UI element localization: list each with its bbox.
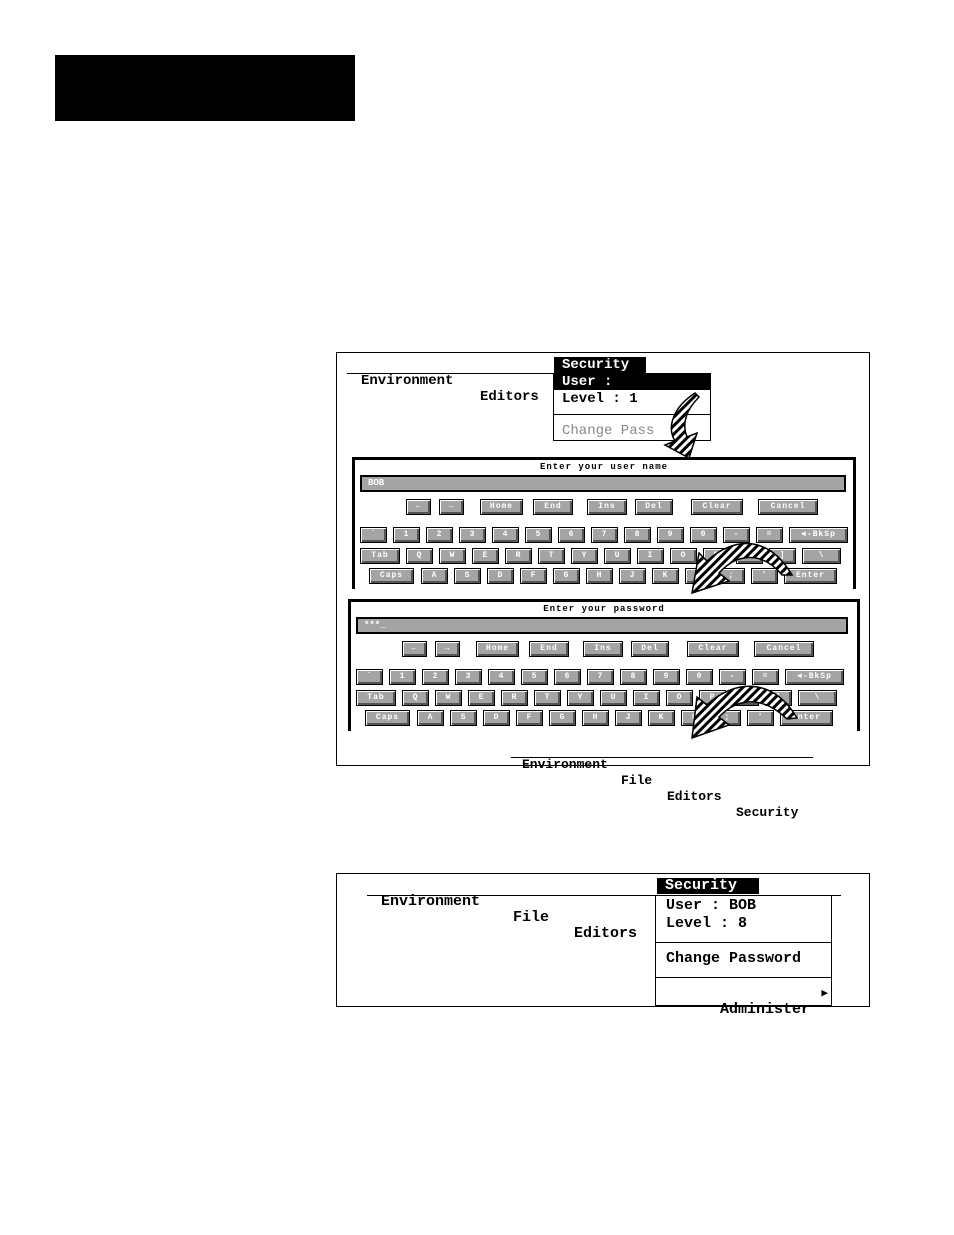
administer-label: Administer bbox=[720, 1001, 811, 1018]
figure-login-sequence: Environment Editors Security User : Leve… bbox=[336, 352, 870, 820]
figure-logged-in-menu: Environment File Editors Security User :… bbox=[336, 873, 870, 1018]
menu-editors[interactable]: Editors bbox=[667, 789, 722, 805]
menu-editors[interactable]: Editors bbox=[574, 926, 637, 942]
security-dropdown: User : BOB Level : 8 Change Password Adm… bbox=[655, 895, 832, 1018]
menu-item-change-password[interactable]: Change Password bbox=[666, 951, 801, 967]
arrow-icon bbox=[691, 685, 799, 740]
menu-item-user: User : BOB bbox=[666, 897, 757, 914]
arrow-icon bbox=[663, 392, 701, 460]
arrow-icon bbox=[691, 542, 794, 595]
menu-separator bbox=[656, 977, 831, 978]
flow-arrows bbox=[663, 392, 799, 740]
menu-item-level: Level : 8 bbox=[666, 915, 748, 932]
menu-item-administer[interactable]: Administer ▶ bbox=[666, 986, 828, 1050]
chapter-header-block bbox=[55, 55, 355, 121]
menu-separator bbox=[656, 942, 831, 943]
menu-file[interactable]: File bbox=[513, 910, 549, 926]
triangle-right-icon: ▶ bbox=[821, 988, 828, 1000]
menu-security[interactable]: Security bbox=[736, 805, 798, 821]
menubar: Environment File Editors bbox=[367, 878, 841, 942]
menu-security[interactable]: Security bbox=[657, 878, 759, 894]
menu-file[interactable]: File bbox=[621, 773, 652, 789]
menu-environment[interactable]: Environment bbox=[381, 894, 480, 910]
